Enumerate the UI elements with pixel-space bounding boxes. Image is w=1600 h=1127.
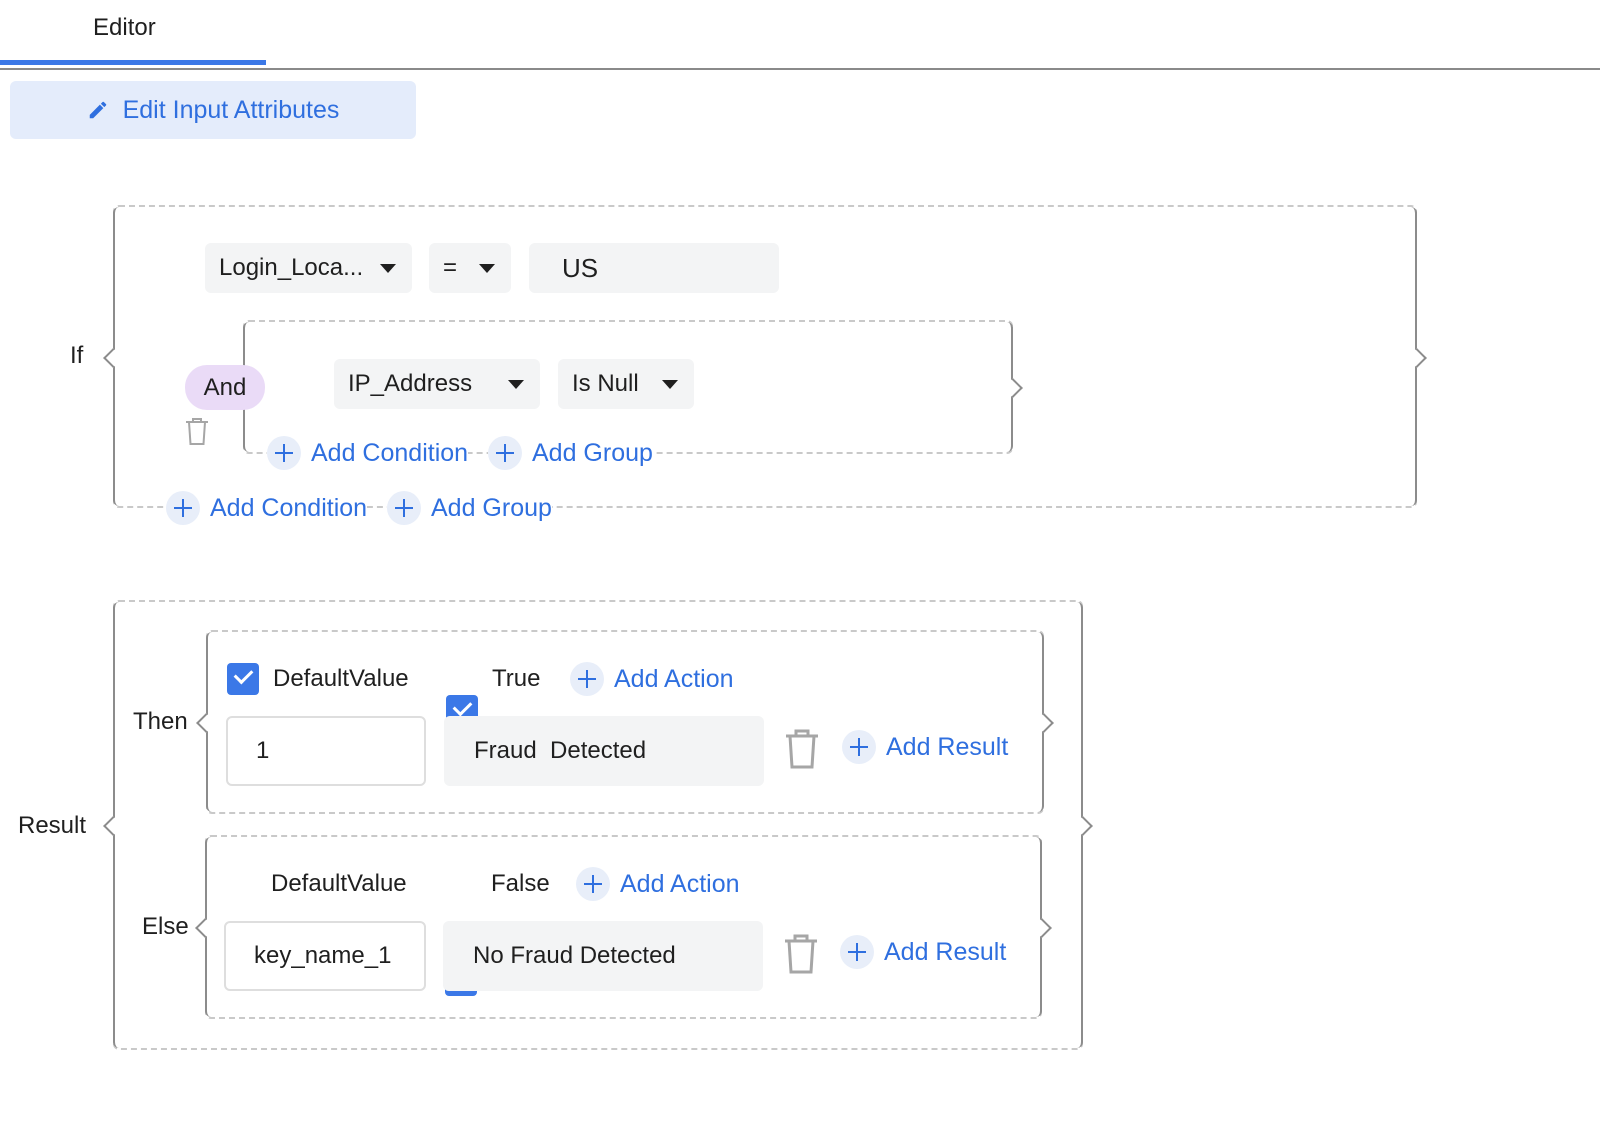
group-attribute-value: IP_Address <box>348 370 473 397</box>
attribute-select-value: Login_Loca... <box>219 254 364 281</box>
chevron-down-icon <box>662 380 678 389</box>
else-right-brace <box>1028 837 1042 1017</box>
then-label: Then <box>133 708 188 735</box>
then-left-brace <box>206 632 220 812</box>
plus-icon <box>570 662 604 696</box>
logic-and-toggle[interactable]: And <box>185 365 265 410</box>
then-add-result-button[interactable]: Add Result <box>842 730 1009 764</box>
group-operator-value: Is Null <box>572 370 639 397</box>
chevron-down-icon <box>508 380 524 389</box>
if-label: If <box>70 342 84 369</box>
then-result-value[interactable]: Fraud Detected <box>444 716 764 786</box>
then-defaultvalue-label: DefaultValue <box>273 665 409 692</box>
tab-divider <box>0 68 1600 70</box>
then-add-result-label: Add Result <box>886 732 1009 761</box>
group-add-group-label: Add Group <box>532 438 653 467</box>
chevron-down-icon <box>380 264 396 273</box>
else-label: Else <box>142 913 189 940</box>
else-add-result-button[interactable]: Add Result <box>840 935 1007 969</box>
else-add-action-label: Add Action <box>620 869 740 898</box>
plus-icon <box>166 491 200 525</box>
group-add-condition-button[interactable]: Add Condition <box>267 436 469 470</box>
else-result-value[interactable]: No Fraud Detected <box>443 921 763 991</box>
if-right-brace <box>1403 207 1417 506</box>
add-group-button[interactable]: Add Group <box>387 491 552 525</box>
else-left-brace <box>205 837 219 1017</box>
tab-editor[interactable]: Editor <box>93 14 156 42</box>
then-key-input[interactable]: 1 <box>226 716 426 786</box>
add-group-label: Add Group <box>431 493 552 522</box>
operator-select[interactable]: = <box>429 243 511 293</box>
edit-input-attributes-button[interactable]: Edit Input Attributes <box>10 81 416 139</box>
plus-icon <box>842 730 876 764</box>
then-add-action-label: Add Action <box>614 664 734 693</box>
if-left-brace <box>113 207 127 506</box>
pencil-icon <box>89 101 106 119</box>
else-false-label: False <box>491 870 550 897</box>
group-operator-select[interactable]: Is Null <box>558 359 694 409</box>
result-label: Result <box>18 812 87 839</box>
then-trash-icon[interactable] <box>784 728 820 770</box>
else-add-result-label: Add Result <box>884 937 1007 966</box>
result-left-brace <box>113 602 127 1048</box>
then-right-brace <box>1030 632 1044 812</box>
else-key-input[interactable]: key_name_1 <box>224 921 426 991</box>
attribute-select[interactable]: Login_Loca... <box>205 243 412 293</box>
then-true-label: True <box>492 665 541 692</box>
else-trash-icon[interactable] <box>783 933 819 975</box>
group-add-condition-label: Add Condition <box>311 438 469 467</box>
else-add-action-button[interactable]: Add Action <box>576 867 740 901</box>
group-right-brace <box>999 322 1013 452</box>
add-condition-label: Add Condition <box>210 493 368 522</box>
edit-input-attributes-label: Edit Input Attributes <box>122 95 340 124</box>
active-tab-indicator <box>0 60 266 65</box>
value-input-text: US <box>562 252 599 283</box>
then-add-action-button[interactable]: Add Action <box>570 662 734 696</box>
plus-icon <box>387 491 421 525</box>
else-defaultvalue-label: DefaultValue <box>271 870 407 897</box>
trash-icon[interactable] <box>184 416 210 446</box>
value-input[interactable]: US <box>529 243 779 293</box>
group-attribute-select[interactable]: IP_Address <box>334 359 540 409</box>
operator-select-value: = <box>443 254 458 281</box>
plus-icon <box>840 935 874 969</box>
chevron-down-icon <box>479 264 495 273</box>
group-add-group-button[interactable]: Add Group <box>488 436 653 470</box>
plus-icon <box>267 436 301 470</box>
plus-icon <box>576 867 610 901</box>
result-right-brace <box>1069 602 1083 1048</box>
add-condition-button[interactable]: Add Condition <box>166 491 368 525</box>
then-defaultvalue-checkbox[interactable] <box>227 663 259 695</box>
plus-icon <box>488 436 522 470</box>
